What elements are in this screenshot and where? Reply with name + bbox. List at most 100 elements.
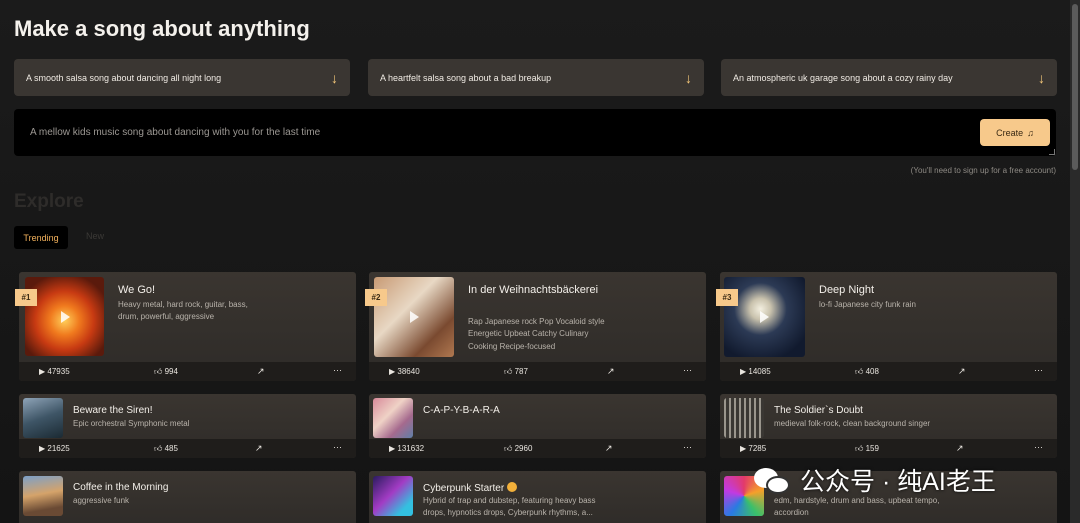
rank-badge: #2	[365, 289, 387, 306]
play-icon	[61, 311, 70, 323]
play-count[interactable]: ▶ 14085	[740, 367, 771, 376]
song-desc: Hybrid of trap and dubstep, featuring he…	[423, 496, 596, 518]
song-card-top-3[interactable]: #3 Deep Night lo-fi Japanese city funk r…	[716, 272, 1057, 381]
play-icon: ▶	[389, 444, 396, 453]
song-card[interactable]: Beware the Siren! Epic orchestral Sympho…	[19, 394, 356, 458]
tab-new[interactable]: New	[86, 231, 104, 241]
play-count-value: 131632	[397, 444, 425, 453]
song-desc: Epic orchestral Symphonic metal	[73, 419, 190, 428]
song-title[interactable]: We Go!	[118, 282, 258, 298]
suggestion-2[interactable]: A heartfelt salsa song about a bad break…	[368, 59, 704, 96]
like-count[interactable]: 👍︎ 994	[154, 367, 178, 377]
song-title[interactable]: The Soldier`s Doubt	[774, 405, 863, 416]
song-title[interactable]: Deep Night	[819, 282, 959, 298]
suggestion-text: A heartfelt salsa song about a bad break…	[380, 72, 552, 83]
music-note-icon: ♫	[1027, 127, 1034, 138]
like-count-value: 2960	[514, 444, 533, 453]
play-count[interactable]: ▶ 38640	[389, 367, 420, 376]
play-count-value: 21625	[47, 444, 70, 453]
page: Make a song about anything A smooth sals…	[0, 0, 1080, 523]
more-icon[interactable]: ···	[333, 365, 342, 375]
song-cover[interactable]	[373, 398, 413, 438]
song-title[interactable]: Cyberpunk Starter	[423, 482, 517, 494]
arrow-down-icon: ↓	[685, 69, 692, 86]
play-count[interactable]: ▶ 47935	[39, 367, 70, 376]
suggestion-3[interactable]: An atmospheric uk garage song about a co…	[721, 59, 1057, 96]
play-count[interactable]: ▶ 7285	[740, 444, 766, 453]
more-icon[interactable]: ···	[683, 365, 692, 375]
arrow-down-icon: ↓	[331, 69, 338, 86]
play-count-value: 47935	[47, 367, 70, 376]
like-count[interactable]: 👍︎ 408	[855, 367, 879, 377]
rank-badge: #1	[15, 289, 37, 306]
song-card-top-1[interactable]: #1 We Go! Heavy metal, hard rock, guitar…	[15, 272, 356, 381]
scrollbar[interactable]	[1070, 0, 1080, 523]
song-stats-bar: ▶ 47935 👍︎ 994 ↗ ···	[19, 362, 356, 381]
create-button[interactable]: Create ♫	[980, 119, 1050, 146]
thumbs-up-icon: 👍︎	[504, 444, 513, 453]
like-count[interactable]: 👍︎ 159	[855, 444, 879, 454]
song-cover[interactable]	[724, 398, 764, 438]
play-count-value: 14085	[748, 367, 771, 376]
song-stats-bar: ▶ 21625 👍︎ 485 ↗ ···	[19, 439, 356, 458]
suggestion-text: A smooth salsa song about dancing all ni…	[26, 72, 222, 83]
play-icon: ▶	[39, 444, 46, 453]
page-title: Make a song about anything	[14, 16, 310, 41]
more-icon[interactable]: ···	[1034, 442, 1043, 452]
like-count-value: 159	[865, 444, 879, 453]
share-icon[interactable]: ↗	[605, 443, 613, 454]
song-title[interactable]: Coffee in the Morning	[73, 482, 168, 493]
song-stats-bar: ▶ 38640 👍︎ 787 ↗ ···	[369, 362, 706, 381]
song-card[interactable]: Coffee in the Morning aggressive funk	[19, 471, 356, 523]
more-icon[interactable]: ···	[1034, 365, 1043, 375]
wechat-icon	[752, 464, 792, 496]
arrow-down-icon: ↓	[1038, 69, 1045, 86]
song-desc: edm, hardstyle, drum and bass, upbeat te…	[774, 496, 940, 518]
song-card[interactable]: Cyberpunk Starter Hybrid of trap and dub…	[369, 471, 706, 523]
song-desc: lo-fi Japanese city funk rain	[819, 300, 916, 309]
play-icon: ▶	[740, 444, 747, 453]
more-icon[interactable]: ···	[683, 442, 692, 452]
suggestion-text: An atmospheric uk garage song about a co…	[733, 72, 953, 83]
song-card[interactable]: C-A-P-Y-B-A-R-A ▶ 131632 👍︎ 2960 ↗ ···	[369, 394, 706, 458]
song-desc: medieval folk-rock, clean background sin…	[774, 419, 931, 428]
thumbs-up-icon: 👍︎	[855, 444, 864, 453]
thumbs-up-icon: 👍︎	[855, 367, 864, 376]
song-cover[interactable]	[373, 476, 413, 516]
thumbs-up-icon: 👍︎	[154, 444, 163, 453]
thumbs-up-icon: 👍︎	[504, 367, 513, 376]
song-card[interactable]: The Soldier`s Doubt medieval folk-rock, …	[720, 394, 1057, 458]
like-count[interactable]: 👍︎ 485	[154, 444, 178, 454]
play-count[interactable]: ▶ 131632	[389, 444, 424, 453]
play-icon	[760, 311, 769, 323]
share-icon[interactable]: ↗	[255, 443, 263, 454]
song-cover[interactable]	[23, 476, 63, 516]
song-card-top-2[interactable]: #2 In der Weihnachtsbäckerei Rap Japanes…	[365, 272, 706, 381]
like-count-value: 787	[514, 367, 528, 376]
share-icon[interactable]: ↗	[257, 366, 265, 377]
song-title[interactable]: In der Weihnachtsbäckerei	[468, 282, 608, 298]
play-icon	[410, 311, 419, 323]
explore-heading: Explore	[14, 191, 84, 212]
share-icon[interactable]: ↗	[607, 366, 615, 377]
song-cover[interactable]	[23, 398, 63, 438]
like-count[interactable]: 👍︎ 2960	[504, 444, 532, 454]
like-count[interactable]: 👍︎ 787	[504, 367, 528, 377]
more-icon[interactable]: ···	[333, 442, 342, 452]
share-icon[interactable]: ↗	[958, 366, 966, 377]
song-desc: Heavy metal, hard rock, guitar, bass, dr…	[118, 300, 248, 322]
play-icon: ▶	[389, 367, 396, 376]
song-prompt-input[interactable]: A mellow kids music song about dancing w…	[14, 109, 1056, 156]
suggestion-1[interactable]: A smooth salsa song about dancing all ni…	[14, 59, 350, 96]
resize-handle[interactable]	[1049, 149, 1055, 155]
song-title[interactable]: Beware the Siren!	[73, 405, 153, 416]
like-count-value: 408	[865, 367, 879, 376]
song-title-text: Cyberpunk Starter	[423, 483, 505, 494]
scrollbar-thumb[interactable]	[1072, 4, 1078, 170]
song-title[interactable]: C-A-P-Y-B-A-R-A	[423, 405, 500, 416]
share-icon[interactable]: ↗	[956, 443, 964, 454]
play-count[interactable]: ▶ 21625	[39, 444, 70, 453]
prompt-text[interactable]: A mellow kids music song about dancing w…	[30, 127, 320, 138]
like-count-value: 994	[164, 367, 178, 376]
tab-trending[interactable]: Trending	[14, 226, 68, 249]
